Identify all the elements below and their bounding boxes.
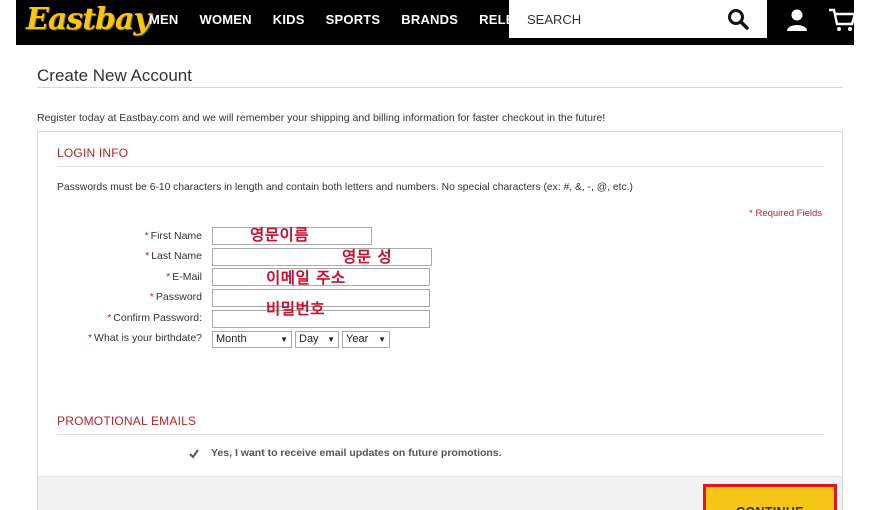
nav-brands[interactable]: BRANDS [401,12,458,27]
search-box [509,0,767,38]
promotional-emails-heading: PROMOTIONAL EMAILS [57,414,197,428]
continue-button[interactable]: CONTINUE [706,487,834,510]
last-name-input[interactable] [212,248,432,266]
nav-kids[interactable]: KIDS [273,12,305,27]
continue-button-highlight: CONTINUE [703,484,837,510]
password-label: * Password [149,291,202,303]
search-icon[interactable] [727,8,749,30]
email-label: * E-Mail [166,271,202,283]
login-info-heading: LOGIN INFO [57,146,129,160]
eastbay-logo[interactable]: Eastbay [26,2,151,37]
promo-email-checkbox-label[interactable]: Yes, I want to receive email updates on … [211,447,502,459]
chevron-down-icon: ▼ [378,335,386,344]
top-navigation-bar: Eastbay MEN WOMEN KIDS SPORTS BRANDS REL… [16,0,856,45]
nav-men[interactable]: MEN [149,12,179,27]
intro-text: Register today at Eastbay.com and we wil… [37,112,606,124]
birthdate-label: * What is your birthdate? [87,332,202,344]
login-info-divider [57,166,824,167]
birth-day-select[interactable]: Day ▼ [295,331,339,348]
nav-sports[interactable]: SPORTS [326,12,381,27]
birth-year-select[interactable]: Year ▼ [342,331,390,348]
annotation-email: 이메일 주소 [266,269,346,287]
birth-month-select[interactable]: Month ▼ [212,331,292,348]
first-name-label: * First Name [144,230,202,242]
confirm-password-label: * Confirm Password: [107,312,202,324]
page-title: Create New Account [37,66,192,85]
annotation-password: 비밀번호 [266,300,326,318]
search-input[interactable] [509,0,709,38]
password-requirements-note: Passwords must be 6-10 characters in len… [57,182,633,193]
annotation-last-name: 영문 성 [342,248,393,266]
chevron-down-icon: ▼ [280,335,288,344]
last-name-label: * Last Name [145,250,202,262]
annotation-first-name: 영문이름 [250,226,310,244]
nav-women[interactable]: WOMEN [200,12,252,27]
registration-form-panel: LOGIN INFO Passwords must be 6-10 charac… [37,131,843,510]
user-account-icon[interactable] [786,8,808,32]
shopping-cart-icon[interactable] [828,8,856,32]
required-fields-note: * Required Fields [749,208,822,219]
promotional-emails-divider [57,434,824,435]
title-divider [37,87,843,88]
chevron-down-icon: ▼ [327,335,335,344]
promo-email-checkbox[interactable] [189,449,199,459]
